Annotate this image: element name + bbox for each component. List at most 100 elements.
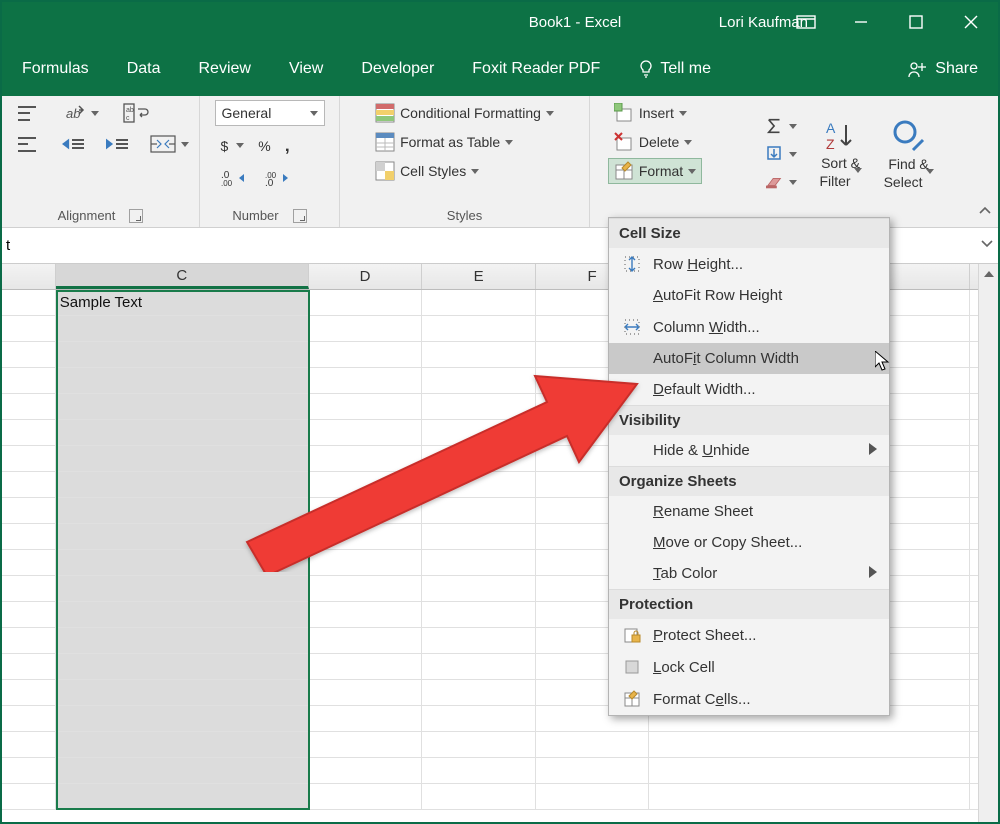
percent-button[interactable]: % [252, 132, 276, 159]
decrease-decimal-button[interactable]: .00.0 [259, 165, 297, 189]
tab-data[interactable]: Data [127, 60, 161, 78]
cell[interactable] [422, 420, 536, 445]
cell[interactable] [2, 706, 56, 731]
alignment-dialog-launcher[interactable] [129, 209, 143, 223]
cell[interactable] [536, 784, 650, 809]
autosum-button[interactable] [760, 114, 803, 138]
cell[interactable] [422, 316, 536, 341]
dropdown-item[interactable]: Row Height... [609, 248, 889, 280]
cell[interactable] [56, 680, 309, 705]
cell[interactable] [2, 394, 56, 419]
tab-foxit[interactable]: Foxit Reader PDF [472, 60, 600, 78]
number-format-dropdown[interactable]: General [215, 100, 325, 126]
vertical-scrollbar[interactable] [978, 264, 998, 822]
cell[interactable] [56, 758, 309, 783]
cell[interactable] [56, 524, 309, 549]
number-dialog-launcher[interactable] [293, 209, 307, 223]
cell[interactable] [309, 316, 423, 341]
cell[interactable] [309, 498, 423, 523]
cell[interactable] [56, 732, 309, 757]
cell[interactable] [2, 628, 56, 653]
dropdown-item[interactable]: Protect Sheet... [609, 619, 889, 651]
cell[interactable] [422, 576, 536, 601]
dropdown-item[interactable]: Default Width... [609, 374, 889, 405]
cell[interactable] [309, 394, 423, 419]
close-button[interactable] [943, 2, 998, 42]
minimize-button[interactable] [833, 2, 888, 42]
tab-formulas[interactable]: Formulas [22, 60, 89, 78]
cell[interactable] [422, 290, 536, 315]
orientation-button[interactable]: ab [58, 100, 105, 126]
cell[interactable] [56, 498, 309, 523]
cell[interactable] [2, 446, 56, 471]
format-cells-button[interactable]: Format [608, 158, 702, 184]
dropdown-item[interactable]: Format Cells... [609, 683, 889, 715]
expand-formula-bar-icon[interactable] [980, 236, 994, 254]
clear-button[interactable] [760, 170, 803, 194]
cell[interactable] [56, 394, 309, 419]
cell[interactable] [422, 758, 536, 783]
cell[interactable] [309, 446, 423, 471]
fill-button[interactable] [760, 142, 803, 166]
cell[interactable] [536, 758, 650, 783]
cell[interactable] [649, 784, 970, 809]
cell[interactable] [2, 602, 56, 627]
cell[interactable] [422, 654, 536, 679]
cell[interactable] [422, 550, 536, 575]
cell[interactable] [309, 420, 423, 445]
cell[interactable] [2, 290, 56, 315]
dropdown-item[interactable]: AutoFit Row Height [609, 280, 889, 311]
cell[interactable] [2, 524, 56, 549]
merge-center-button[interactable] [144, 132, 195, 156]
format-as-table-button[interactable]: Format as Table [369, 129, 519, 155]
cell[interactable] [56, 472, 309, 497]
cell[interactable] [56, 368, 309, 393]
delete-cells-button[interactable]: Delete [608, 129, 698, 155]
cell[interactable] [309, 472, 423, 497]
cell[interactable] [422, 524, 536, 549]
cell[interactable] [2, 680, 56, 705]
cell[interactable] [2, 758, 56, 783]
maximize-button[interactable] [888, 2, 943, 42]
cell[interactable] [649, 758, 970, 783]
cell[interactable] [422, 368, 536, 393]
cell[interactable] [2, 420, 56, 445]
cell[interactable] [56, 628, 309, 653]
collapse-ribbon-icon[interactable] [978, 204, 992, 223]
insert-cells-button[interactable]: Insert [608, 100, 693, 126]
cell[interactable] [309, 290, 423, 315]
cell[interactable] [309, 628, 423, 653]
cell[interactable] [309, 680, 423, 705]
cell[interactable] [422, 784, 536, 809]
cell[interactable] [56, 420, 309, 445]
cell[interactable] [56, 446, 309, 471]
dropdown-item[interactable]: Rename Sheet [609, 496, 889, 527]
wrap-text-button[interactable]: abc [117, 100, 155, 126]
tab-view[interactable]: View [289, 60, 323, 78]
cell[interactable] [2, 472, 56, 497]
column-header[interactable] [2, 264, 56, 289]
increase-indent-button[interactable] [100, 132, 134, 156]
scroll-up-icon[interactable] [979, 264, 998, 284]
cell[interactable] [422, 446, 536, 471]
dropdown-item[interactable]: Lock Cell [609, 651, 889, 683]
comma-button[interactable]: ‚ [279, 132, 296, 159]
cell[interactable] [2, 316, 56, 341]
ribbon-display-options-icon[interactable] [778, 2, 833, 42]
dropdown-item[interactable]: Move or Copy Sheet... [609, 527, 889, 558]
cell[interactable] [422, 706, 536, 731]
cell[interactable] [56, 706, 309, 731]
cell[interactable] [309, 732, 423, 757]
cell[interactable] [649, 732, 970, 757]
cell[interactable] [422, 498, 536, 523]
align-left-button[interactable] [12, 132, 46, 156]
currency-button[interactable]: $ [215, 132, 251, 159]
cell[interactable] [309, 758, 423, 783]
dropdown-item[interactable]: Tab Color [609, 558, 889, 589]
cell[interactable] [309, 784, 423, 809]
cell[interactable] [422, 732, 536, 757]
decrease-indent-button[interactable] [56, 132, 90, 156]
tell-me[interactable]: Tell me [638, 60, 711, 78]
cell[interactable] [309, 524, 423, 549]
dropdown-item[interactable]: Column Width... [609, 311, 889, 343]
